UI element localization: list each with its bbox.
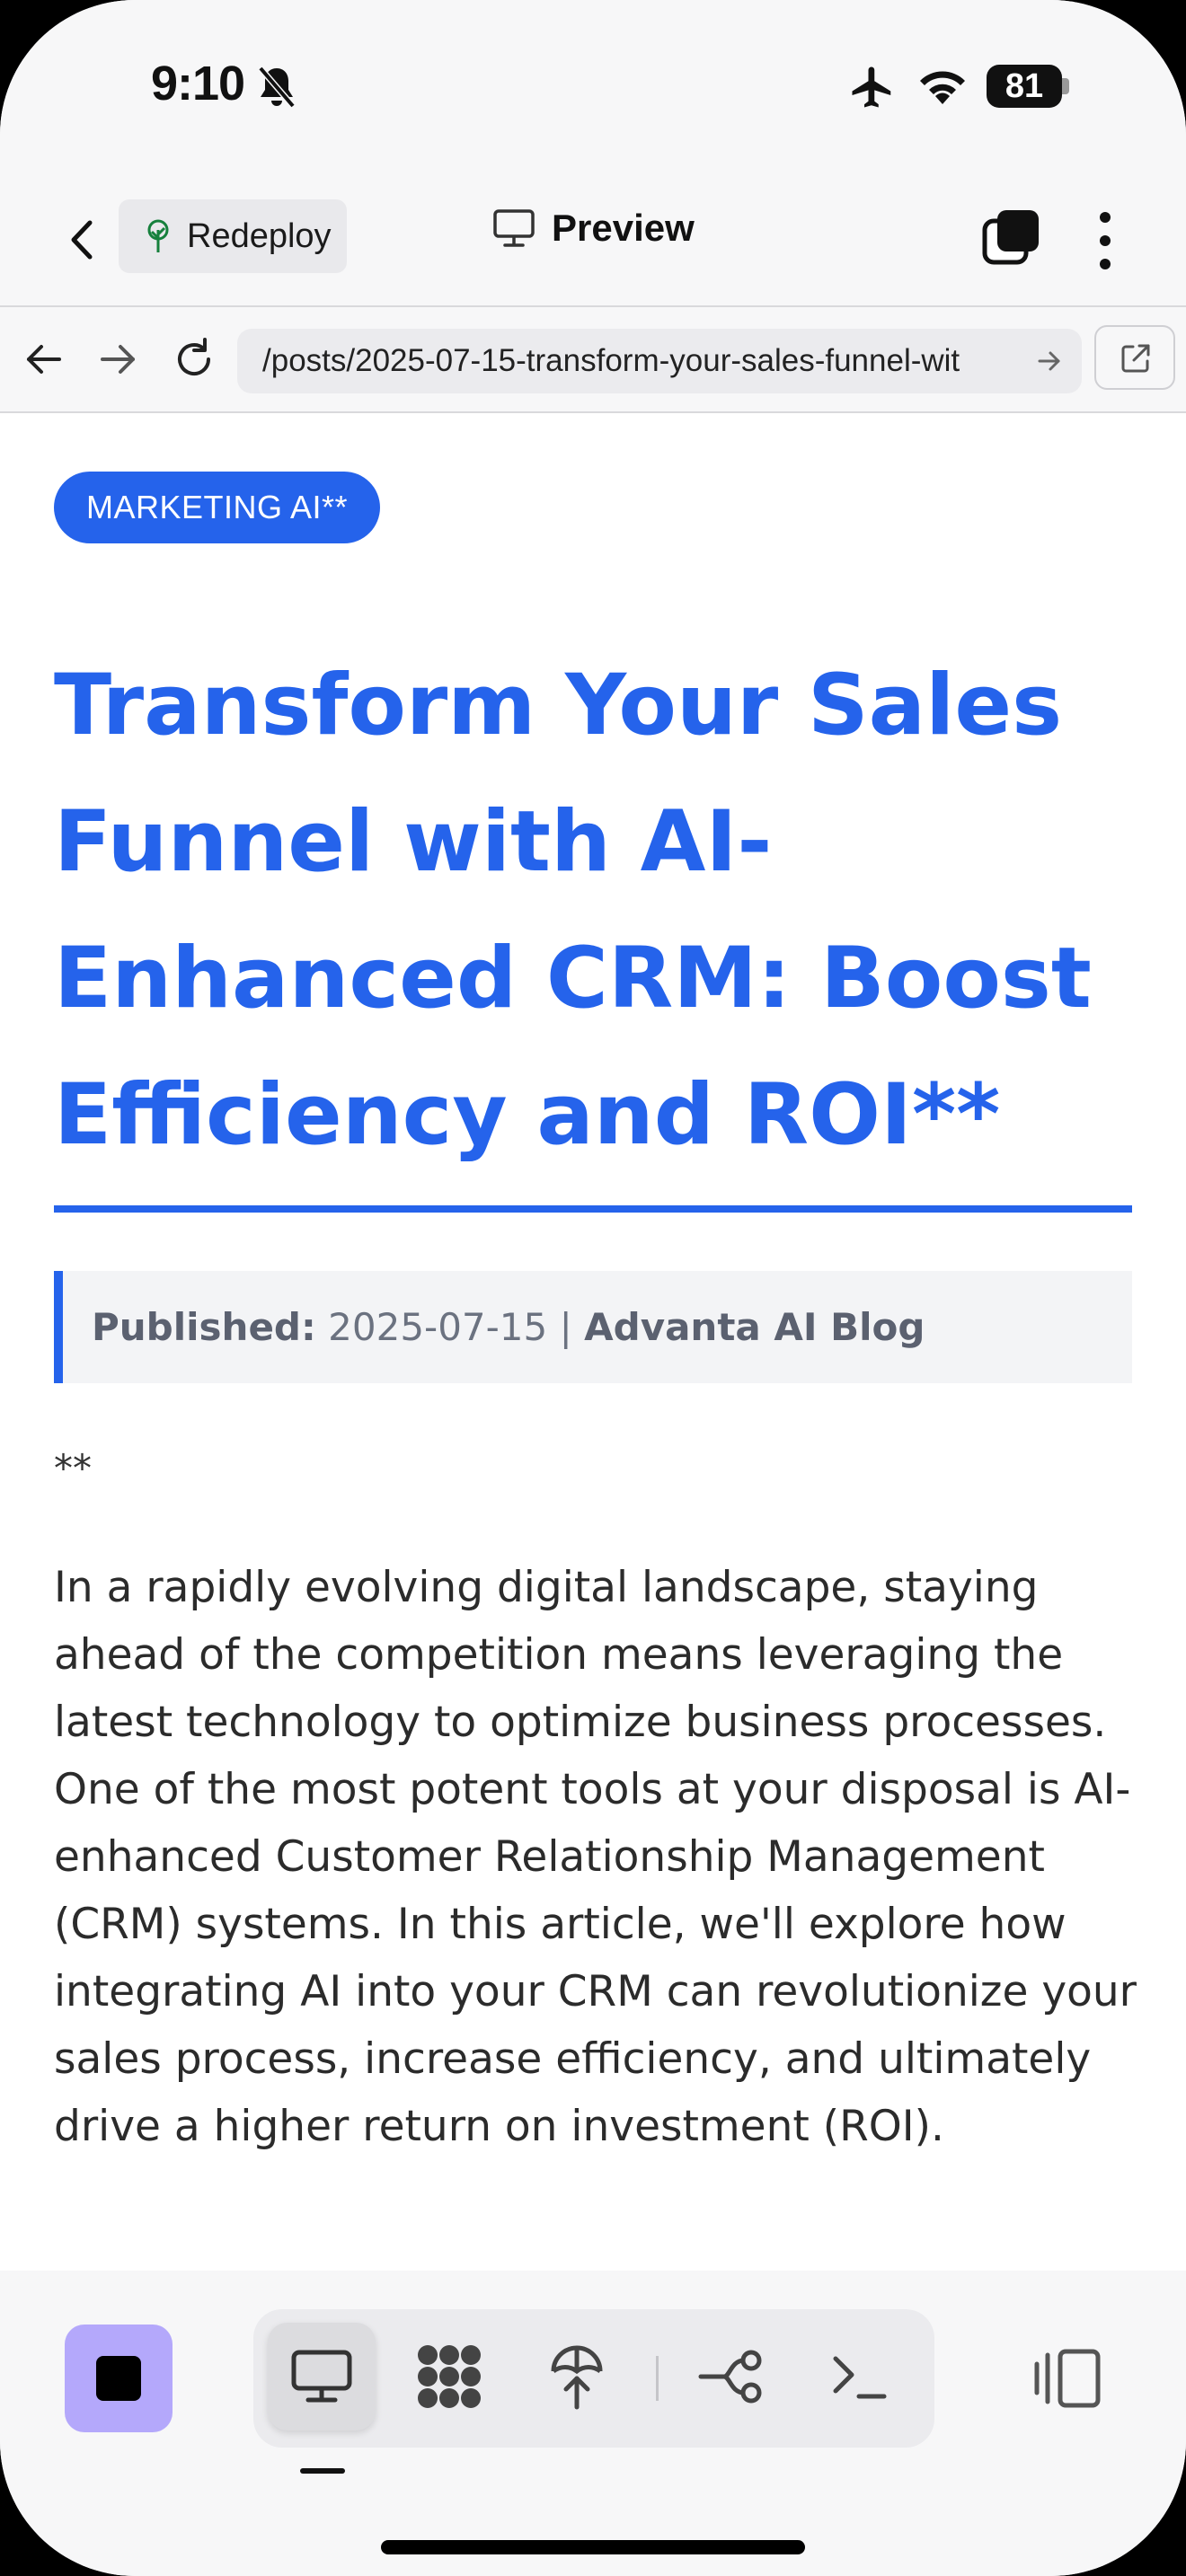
post-meta: Published: 2025-07-15 | Advanta AI Blog (54, 1271, 1132, 1383)
phone-screen: 9:10 81 Redeploy Preview /posts/2025-07-… (0, 0, 1186, 2576)
monitor-icon (493, 209, 535, 247)
deploy-tab[interactable] (523, 2323, 631, 2430)
terminal-icon (833, 2356, 887, 2399)
terminal-tab[interactable] (805, 2323, 913, 2430)
deploy-icon (551, 2345, 603, 2410)
workflow-icon (698, 2350, 762, 2404)
page-title-text: Preview (552, 207, 695, 249)
reload-icon[interactable] (169, 334, 219, 384)
redeploy-label: Redeploy (187, 216, 332, 255)
tree-icon (147, 219, 169, 252)
battery-level: 81 (1005, 67, 1044, 105)
active-tab-indicator (300, 2468, 345, 2474)
more-vertical-icon[interactable] (1087, 205, 1123, 277)
status-bar: 9:10 81 (0, 0, 1186, 171)
published-date: 2025-07-15 (328, 1305, 548, 1349)
app-header: Redeploy Preview (0, 171, 1186, 305)
open-external-button[interactable] (1094, 325, 1175, 390)
arrow-right-icon[interactable] (93, 334, 144, 384)
airplane-icon (852, 66, 891, 108)
external-link-icon (1121, 344, 1150, 373)
wifi-icon (920, 71, 965, 104)
apps-tab[interactable] (395, 2323, 503, 2430)
battery-icon: 81 (987, 65, 1069, 108)
stop-square-icon (96, 2356, 141, 2401)
stray-asterisks: ** (54, 1446, 92, 1490)
preview-tab[interactable] (268, 2323, 376, 2430)
arrow-left-icon[interactable] (18, 334, 68, 384)
status-time: 9:10 (151, 57, 245, 110)
stop-button[interactable] (65, 2325, 173, 2432)
meta-separator: | (559, 1305, 572, 1349)
browser-bar: /posts/2025-07-15-transform-your-sales-f… (0, 305, 1186, 413)
page-title: Preview (492, 207, 695, 250)
workflow-tab[interactable] (677, 2323, 785, 2430)
url-input[interactable]: /posts/2025-07-15-transform-your-sales-f… (237, 329, 1082, 393)
url-text: /posts/2025-07-15-transform-your-sales-f… (262, 343, 960, 378)
post-title: Transform Your Sales Funnel with AI-Enha… (54, 657, 1092, 1164)
home-indicator[interactable] (381, 2540, 805, 2554)
go-arrow-icon[interactable] (1035, 347, 1064, 375)
preview-icon (291, 2350, 352, 2403)
side-panel-icon[interactable] (1031, 2342, 1103, 2414)
back-chevron-icon[interactable] (52, 208, 115, 271)
bell-slash-icon (258, 66, 296, 109)
published-label: Published: (92, 1305, 316, 1349)
apps-icon (418, 2345, 481, 2408)
bottom-toolbar (0, 2271, 1186, 2576)
toolbar-divider (656, 2356, 659, 2401)
redeploy-button[interactable]: Redeploy (119, 199, 347, 273)
blog-name: Advanta AI Blog (584, 1305, 925, 1349)
view-switcher (253, 2309, 934, 2448)
intro-paragraph: In a rapidly evolving digital landscape,… (54, 1563, 1137, 2151)
category-badge[interactable]: MARKETING AI** (54, 472, 381, 543)
article-content: MARKETING AI** Transform Your Sales Funn… (0, 413, 1186, 2271)
title-divider (54, 1205, 1132, 1213)
tabs-icon[interactable] (979, 207, 1042, 269)
